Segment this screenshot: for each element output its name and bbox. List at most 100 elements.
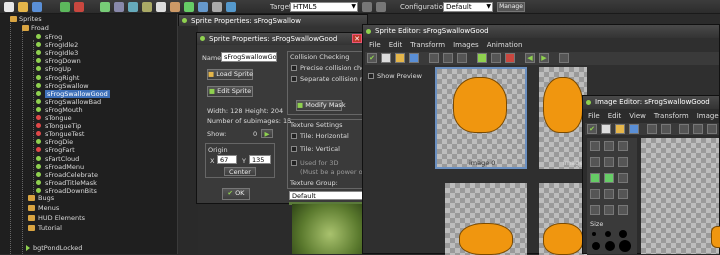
menu-transform[interactable]: Transform bbox=[410, 41, 445, 49]
new-icon[interactable] bbox=[4, 2, 14, 12]
tree-item-sprite[interactable]: sTongueTip bbox=[32, 122, 81, 130]
save-icon[interactable] bbox=[409, 53, 419, 63]
pencil-icon[interactable] bbox=[590, 141, 600, 151]
tile-vertical-checkbox[interactable] bbox=[291, 146, 297, 152]
delete-icon[interactable] bbox=[505, 53, 515, 63]
cut-icon[interactable] bbox=[679, 124, 689, 134]
sprite-icon[interactable] bbox=[100, 2, 110, 12]
shape-icon[interactable] bbox=[618, 205, 628, 215]
path-icon[interactable] bbox=[142, 2, 152, 12]
spray-icon[interactable] bbox=[604, 141, 614, 151]
tree-item-last[interactable]: bgtPondLocked bbox=[14, 244, 82, 252]
brush-size-5[interactable] bbox=[605, 241, 615, 251]
menu-animation[interactable]: Animation bbox=[487, 41, 523, 49]
texture-group-select[interactable]: Default bbox=[289, 191, 365, 200]
redo-icon[interactable] bbox=[661, 124, 671, 134]
magic-wand-icon[interactable] bbox=[618, 189, 628, 199]
load-sprite-button[interactable]: ■ Load Sprite bbox=[207, 69, 253, 80]
insert-icon[interactable] bbox=[491, 53, 501, 63]
tree-item-sprite[interactable]: sFrogIdle3 bbox=[32, 49, 78, 57]
tree-folder[interactable]: Menus bbox=[14, 204, 59, 212]
brush-size-3[interactable] bbox=[619, 230, 627, 238]
add-icon[interactable] bbox=[362, 2, 372, 12]
center-button[interactable]: Center bbox=[224, 167, 256, 176]
show-preview-checkbox[interactable] bbox=[368, 73, 374, 79]
select-icon[interactable] bbox=[604, 189, 614, 199]
fill-icon[interactable] bbox=[590, 189, 600, 199]
edit-icon[interactable] bbox=[376, 2, 386, 12]
check-icon[interactable]: ✔ bbox=[587, 124, 597, 134]
help-icon[interactable] bbox=[226, 2, 236, 12]
brush-size-4[interactable] bbox=[592, 242, 600, 250]
rectangle-icon[interactable] bbox=[590, 173, 600, 183]
brush-size-6[interactable] bbox=[619, 240, 631, 252]
room-icon[interactable] bbox=[198, 2, 208, 12]
line-icon[interactable] bbox=[604, 157, 614, 167]
new-icon[interactable] bbox=[381, 53, 391, 63]
ellipse-icon[interactable] bbox=[604, 173, 614, 183]
tree-item-sprite[interactable]: sFrogSwallowBad bbox=[32, 98, 101, 106]
tree-item-sprite[interactable]: sTongueTest bbox=[32, 130, 84, 138]
run-icon[interactable] bbox=[60, 2, 70, 12]
tree-folder[interactable]: HUD Elements bbox=[14, 214, 85, 222]
object-icon[interactable] bbox=[184, 2, 194, 12]
tree-item-sprite[interactable]: sFroadCelebrate bbox=[32, 171, 98, 179]
open-icon[interactable] bbox=[395, 53, 405, 63]
show-next-button[interactable]: ▶ bbox=[261, 129, 273, 138]
save-icon[interactable] bbox=[32, 2, 42, 12]
zoom-icon[interactable] bbox=[707, 124, 717, 134]
tree-item-sprite[interactable]: sTongue bbox=[32, 114, 72, 122]
tree-item-sprite[interactable]: sFrogUp bbox=[32, 65, 71, 73]
menu-images[interactable]: Images bbox=[453, 41, 479, 49]
brush-size-1[interactable] bbox=[592, 232, 596, 236]
tree-item-sprite[interactable]: sFrogFart bbox=[32, 146, 75, 154]
cut-icon[interactable] bbox=[429, 53, 439, 63]
picker-icon[interactable] bbox=[590, 157, 600, 167]
origin-y-field[interactable]: 135 bbox=[249, 155, 271, 164]
background-icon[interactable] bbox=[128, 2, 138, 12]
new-icon[interactable] bbox=[601, 124, 611, 134]
tree-item-sprite[interactable]: sFrogDown bbox=[32, 57, 81, 65]
tree-folder[interactable]: Bugs bbox=[14, 194, 54, 202]
menu-view[interactable]: View bbox=[629, 112, 646, 120]
tree-node-froad[interactable]: Froad bbox=[14, 24, 49, 32]
menu-edit[interactable]: Edit bbox=[608, 112, 622, 120]
open-icon[interactable] bbox=[18, 2, 28, 12]
menu-edit[interactable]: Edit bbox=[389, 41, 403, 49]
arrow-right-icon[interactable]: ▶ bbox=[539, 53, 549, 63]
edit-image-icon[interactable] bbox=[559, 53, 569, 63]
color-replace-icon[interactable] bbox=[604, 205, 614, 215]
tree-folder[interactable]: Tutorial bbox=[14, 224, 62, 232]
menu-transform[interactable]: Transform bbox=[654, 112, 689, 120]
copy-icon[interactable] bbox=[693, 124, 703, 134]
tree-item-sprite[interactable]: sFrogIdle2 bbox=[32, 41, 78, 49]
close-icon[interactable]: ✕ bbox=[352, 34, 362, 43]
add-frame-icon[interactable] bbox=[477, 53, 487, 63]
save-icon[interactable] bbox=[629, 124, 639, 134]
origin-x-field[interactable]: 67 bbox=[217, 155, 237, 164]
polygon-icon[interactable] bbox=[618, 157, 628, 167]
tree-item-sprite[interactable]: sFrogDie bbox=[32, 138, 73, 146]
tree-node-sprites[interactable]: Sprites bbox=[2, 15, 42, 23]
eraser-icon[interactable] bbox=[618, 141, 628, 151]
configuration-select[interactable]: Default ▼ bbox=[443, 2, 493, 12]
tree-item-sprite[interactable]: sFrogMouth bbox=[32, 106, 83, 114]
paste-icon[interactable] bbox=[457, 53, 467, 63]
tree-item-sprite[interactable]: sFrogSwallowGood bbox=[32, 89, 110, 98]
manage-button[interactable]: Manage bbox=[497, 2, 525, 12]
script-icon[interactable] bbox=[156, 2, 166, 12]
undo-icon[interactable] bbox=[647, 124, 657, 134]
used-3d-checkbox[interactable] bbox=[291, 160, 297, 166]
tile-horizontal-checkbox[interactable] bbox=[291, 133, 297, 139]
target-select[interactable]: HTML5 ▼ bbox=[290, 2, 358, 12]
round-rect-icon[interactable] bbox=[618, 173, 628, 183]
debug-icon[interactable] bbox=[74, 2, 84, 12]
image-canvas[interactable] bbox=[641, 138, 719, 254]
name-field[interactable]: sFrogSwallowGood bbox=[221, 52, 277, 62]
open-icon[interactable] bbox=[615, 124, 625, 134]
precise-checkbox[interactable] bbox=[291, 65, 297, 71]
settings-icon[interactable] bbox=[212, 2, 222, 12]
sound-icon[interactable] bbox=[114, 2, 124, 12]
text-icon[interactable] bbox=[590, 205, 600, 215]
modify-mask-button[interactable]: ■ Modify Mask bbox=[296, 100, 346, 111]
